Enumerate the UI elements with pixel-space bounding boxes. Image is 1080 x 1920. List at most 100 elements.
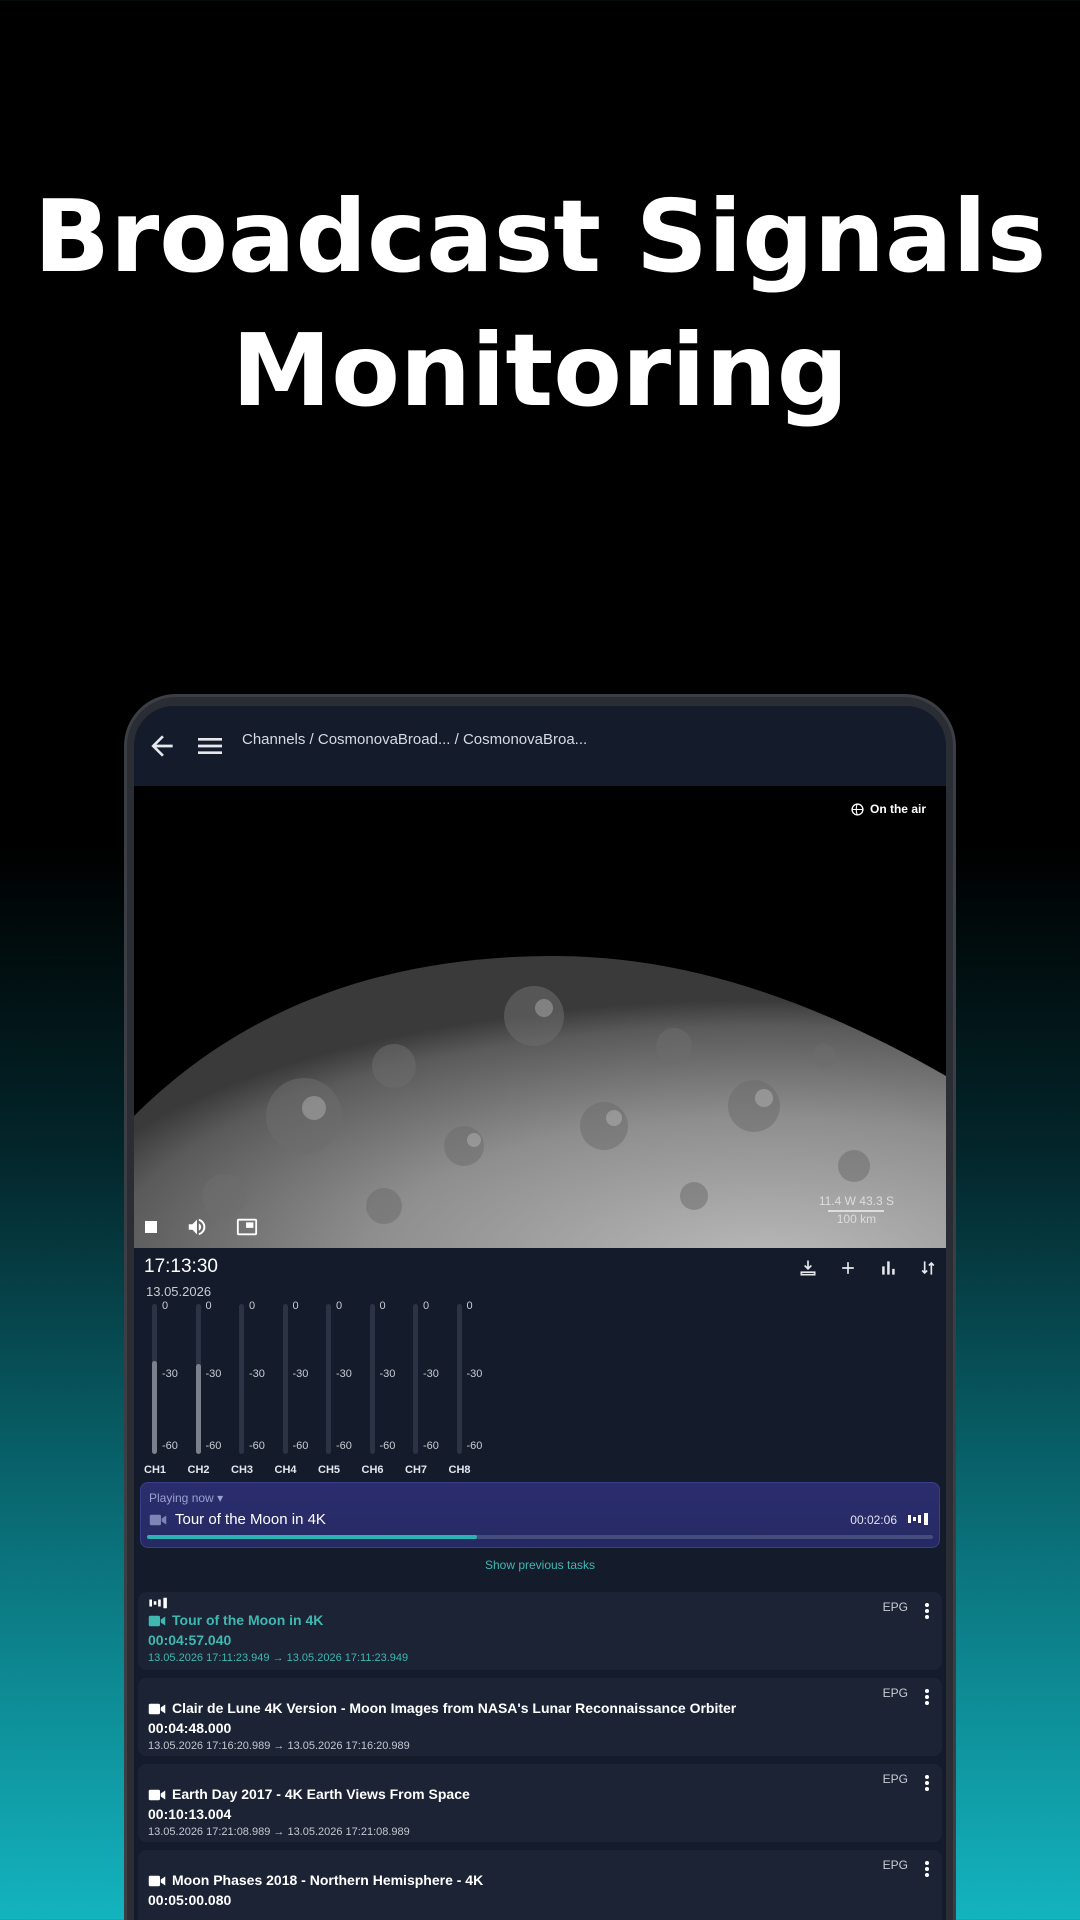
playing-title: Tour of the Moon in 4K	[175, 1511, 326, 1528]
download-icon[interactable]	[798, 1258, 818, 1278]
task-duration: 00:04:48.000	[148, 1720, 232, 1736]
app-screen: Channels / CosmonovaBroad... / Cosmonova…	[134, 706, 946, 1920]
volume-icon[interactable]	[186, 1216, 208, 1238]
meter-label: CH1	[144, 1464, 167, 1476]
meter-tick: -30	[249, 1368, 265, 1380]
video-camera-icon	[148, 1614, 166, 1633]
app-bar: Channels / CosmonovaBroad... / Cosmonova…	[134, 706, 946, 786]
epg-tag: EPG	[882, 1686, 908, 1700]
meter-tick: 0	[423, 1300, 430, 1312]
hero-title-line1: Broadcast Signals	[33, 178, 1047, 295]
moon-image	[134, 956, 946, 1248]
video-controls	[144, 1216, 258, 1238]
task-title: Clair de Lune 4K Version - Moon Images f…	[172, 1700, 737, 1716]
video-camera-icon	[148, 1788, 166, 1807]
globe-icon	[851, 802, 864, 816]
meter-track	[239, 1304, 244, 1454]
meter-tick: 0	[162, 1300, 169, 1312]
meter-tick: -60	[162, 1440, 178, 1452]
map-scale: 11.4 W 43.3 S 100 km	[819, 1194, 894, 1226]
video-camera-icon	[149, 1514, 167, 1526]
meter-track	[326, 1304, 331, 1454]
meter-track	[369, 1304, 375, 1454]
meter-tick: -30	[162, 1368, 178, 1380]
meter-label: CH4	[274, 1464, 297, 1476]
video-camera-icon	[148, 1874, 166, 1893]
meter-label: CH3	[231, 1464, 254, 1476]
playing-now-label: Playing now	[149, 1491, 214, 1505]
task-time-range: 13.05.2026 17:11:23.949 → 13.05.2026 17:…	[148, 1652, 409, 1664]
meter-track	[456, 1304, 462, 1454]
on-air-label: On the air	[869, 802, 926, 816]
more-vert-icon[interactable]	[924, 1688, 930, 1706]
meter-level	[152, 1361, 157, 1454]
meter-tick: -30	[205, 1368, 222, 1380]
meter-tick: 0	[379, 1300, 386, 1312]
meter-tick: -30	[379, 1368, 396, 1380]
meter-level	[195, 1364, 201, 1454]
task-card[interactable]: EPG Tour of the Moon in 4K 00:04:57.040 13.…	[138, 1592, 942, 1670]
meter-tick: 0	[292, 1300, 299, 1312]
meter-ch7: 0 -30 -60 CH7	[405, 1296, 449, 1476]
meter-ch6: 0 -30 -60 CH6	[362, 1296, 406, 1476]
meter-tick: 0	[466, 1300, 473, 1312]
hero-title: Broadcast Signals Monitoring	[0, 170, 1080, 438]
playing-now-card[interactable]: Playing now ▾ Tour of the Moon in 4K 00:…	[140, 1482, 940, 1548]
meter-tick: -60	[205, 1440, 222, 1452]
meter-tick: 0	[249, 1300, 256, 1312]
meter-tick: 0	[205, 1300, 212, 1312]
meter-track	[282, 1304, 288, 1454]
task-time-range: 13.05.2026 17:21:08.989 → 13.05.2026 17:…	[148, 1826, 410, 1838]
meter-label: CH5	[318, 1464, 341, 1476]
task-title: Earth Day 2017 - 4K Earth Views From Spa…	[172, 1786, 470, 1802]
add-icon[interactable]	[838, 1258, 858, 1278]
meter-ch5: 0 -30 -60 CH5	[318, 1296, 362, 1476]
playing-progress-fill	[147, 1535, 478, 1539]
more-vert-icon[interactable]	[924, 1860, 930, 1878]
meter-tick: -60	[336, 1440, 352, 1452]
more-vert-icon[interactable]	[924, 1602, 930, 1620]
meter-tick: -60	[379, 1440, 396, 1452]
playing-progress-track	[147, 1535, 933, 1539]
task-duration: 00:05:00.080	[148, 1892, 232, 1908]
meter-tick: -30	[292, 1368, 309, 1380]
menu-icon[interactable]	[194, 730, 226, 762]
meter-tick: -30	[423, 1368, 439, 1380]
meter-tick: -60	[466, 1440, 483, 1452]
more-vert-icon[interactable]	[924, 1774, 930, 1792]
on-air-status: On the air	[851, 802, 926, 816]
meter-tick: -30	[336, 1368, 352, 1380]
scale-distance: 100 km	[836, 1212, 877, 1226]
epg-tag: EPG	[882, 1772, 908, 1786]
chevron-down-icon: ▾	[217, 1491, 224, 1505]
show-previous-tasks-link[interactable]: Show previous tasks	[134, 1558, 946, 1572]
video-player[interactable]: On the air 11.4 W 43.3 S 100 km	[134, 786, 946, 1248]
swap-vertical-icon[interactable]	[918, 1258, 938, 1278]
meter-tick: -30	[466, 1368, 483, 1380]
meter-tick: -60	[423, 1440, 439, 1452]
meter-label: CH2	[187, 1464, 210, 1476]
meter-tick: -60	[249, 1440, 265, 1452]
meter-ch4: 0 -30 -60 CH4	[275, 1296, 319, 1476]
task-card[interactable]: EPG Clair de Lune 4K Version - Moon Image…	[138, 1678, 942, 1756]
playing-now-header[interactable]: Playing now ▾	[149, 1491, 223, 1505]
current-time: 17:13:30	[144, 1256, 218, 1277]
task-title: Moon Phases 2018 - Northern Hemisphere -…	[172, 1872, 484, 1888]
back-arrow-icon[interactable]	[146, 730, 178, 762]
task-card[interactable]: EPG Earth Day 2017 - 4K Earth Views From …	[138, 1764, 942, 1842]
breadcrumb[interactable]: Channels / CosmonovaBroad... / Cosmonova…	[242, 731, 587, 748]
signal-icon	[149, 1597, 167, 1609]
meter-tick: 0	[336, 1300, 343, 1312]
hero-title-line2: Monitoring	[231, 312, 849, 429]
video-camera-icon	[148, 1702, 166, 1721]
task-title: Tour of the Moon in 4K	[172, 1612, 324, 1628]
audio-meters: 0 -30 -60 CH1 0 -30 -60 CH2 0 -30 -60 CH3 0 -30 -60 CH4…	[144, 1296, 544, 1476]
picture-in-picture-icon[interactable]	[236, 1216, 258, 1238]
meter-ch1: 0 -30 -60 CH1	[144, 1296, 188, 1476]
task-card[interactable]: EPG Moon Phases 2018 - Northern Hemispher…	[138, 1850, 942, 1920]
meter-ch8: 0 -30 -60 CH8	[449, 1296, 493, 1476]
bar-chart-icon[interactable]	[878, 1258, 898, 1278]
meter-label: CH7	[405, 1464, 428, 1476]
task-duration: 00:10:13.004	[148, 1806, 232, 1822]
stop-icon[interactable]	[144, 1220, 158, 1234]
